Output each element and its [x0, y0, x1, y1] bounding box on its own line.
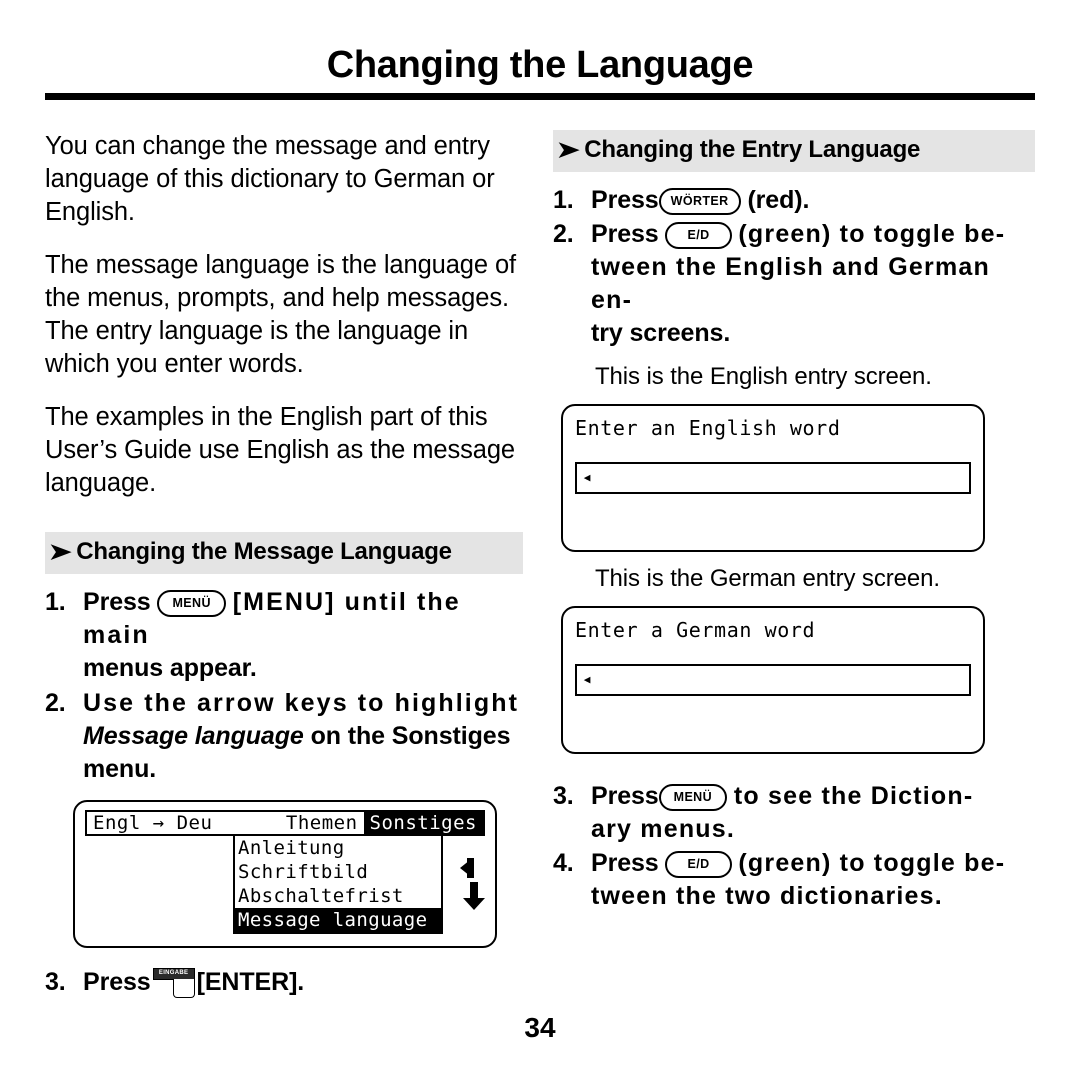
step-text-pre: Press	[591, 782, 659, 811]
lcd-menu-item-schriftbild[interactable]: Schriftbild	[235, 860, 441, 884]
step-item: 1. Press WÖRTER (red).	[553, 184, 1035, 217]
step-text-post-2: menu.	[83, 755, 157, 784]
cursor-icon: ◂	[582, 669, 593, 690]
lcd-prompt-english: Enter an English word	[575, 416, 841, 441]
intro-paragraph-2: The message language is the language of …	[45, 251, 517, 378]
lcd-menu-item-anleitung[interactable]: Anleitung	[235, 836, 441, 860]
keycap-ed[interactable]: E/D	[665, 222, 732, 249]
step-text-post-3: try screens.	[591, 319, 731, 348]
step-item: 4. Press E/D (green) to toggle be- tween…	[553, 847, 1035, 913]
entry-language-steps-top: 1. Press WÖRTER (red). 2. Press E/D (gree…	[553, 184, 1035, 350]
step-text-post-2: tween the two dictionaries.	[591, 882, 943, 911]
keycap-enter[interactable]: EINGABE	[152, 968, 195, 999]
page-number: 34	[524, 1012, 556, 1043]
step-text-post: (green) to toggle be-	[738, 220, 1006, 249]
lcd-input-german[interactable]: ◂	[575, 664, 971, 697]
step-number: 4.	[553, 849, 574, 878]
step-item: 1. Press MENÜ [MENU] until the main menu…	[45, 586, 523, 685]
lcd-menu-item-message-language[interactable]: Message language	[235, 908, 441, 933]
german-screen-caption: This is the German entry screen.	[595, 565, 940, 593]
section-heading-label: Changing the Message Language	[76, 538, 452, 565]
step-number: 3.	[45, 968, 66, 997]
step-number: 2.	[553, 220, 574, 249]
section-arrow-icon: ➤	[556, 137, 580, 162]
section-arrow-icon: ➤	[48, 539, 72, 564]
step-text-italic: Message language	[83, 722, 304, 751]
lcd-screen-english-entry: Enter an English word ◂	[561, 404, 985, 553]
step-text-pre: Press	[83, 968, 151, 997]
step-text-post-2: menus appear.	[83, 654, 257, 683]
step-text-pre: Press	[591, 849, 659, 878]
intro-paragraph-1: You can change the message and entry lan…	[45, 132, 495, 226]
keycap-ed[interactable]: E/D	[665, 851, 732, 878]
title-divider	[45, 93, 1035, 100]
manual-page: Changing the Language You can change the…	[0, 0, 1080, 1080]
keycap-menu[interactable]: MENÜ	[658, 784, 728, 811]
step-item: 3. Press MENÜ to see the Diction- ary men…	[553, 780, 1035, 846]
lcd-prompt-german: Enter a German word	[575, 618, 816, 643]
step-text-pre: Use the arrow keys to highlight	[83, 689, 519, 718]
step-text-post: (red).	[747, 186, 810, 215]
lcd-menubar: Engl → Deu Themen Sonstiges	[85, 810, 485, 837]
lcd-menubar-item-sonstiges[interactable]: Sonstiges	[363, 812, 483, 835]
keycap-menu[interactable]: MENÜ	[157, 590, 226, 617]
lcd-menubar-item-themen[interactable]: Themen	[280, 812, 364, 834]
step-number: 2.	[45, 689, 66, 718]
page-title: Changing the Language	[326, 44, 754, 86]
step-number: 3.	[553, 782, 574, 811]
lcd-dropdown-sonstiges: Anleitung Schriftbild Abschaltefrist Mes…	[233, 836, 443, 935]
up-down-arrows-icon	[457, 854, 487, 916]
section-heading-message-language: ➤ Changing the Message Language	[45, 532, 523, 575]
step-text-pre: Press	[591, 186, 659, 215]
step-number: 1.	[553, 186, 574, 215]
intro-paragraph-3: The examples in the English part of this…	[45, 403, 515, 497]
step-text-post-2: ary menus.	[591, 815, 736, 844]
step-item: 2. Press E/D (green) to toggle be- tween…	[553, 218, 1035, 350]
step-item: 2. Use the arrow keys to highlight Messa…	[45, 687, 523, 786]
lcd-screen-german-entry: Enter a German word ◂	[561, 606, 985, 755]
step-item: 3. Press EINGABE [ENTER].	[45, 966, 523, 999]
left-column: You can change the message and entry lan…	[45, 130, 523, 1000]
lcd-screen-sonstiges-menu: Engl → Deu Themen Sonstiges Anleitung Sc…	[73, 800, 497, 949]
step-text-pre: Press	[591, 220, 659, 249]
step-text-post-2: tween the English and German en-	[591, 253, 990, 315]
english-screen-caption: This is the English entry screen.	[595, 363, 932, 391]
lcd-input-english[interactable]: ◂	[575, 462, 971, 495]
step-text-post: on the Sonstiges	[310, 722, 511, 751]
step-number: 1.	[45, 588, 66, 617]
section-heading-label: Changing the Entry Language	[584, 136, 921, 163]
cursor-icon: ◂	[582, 467, 593, 488]
lcd-menubar-item-engl-deu[interactable]: Engl → Deu	[87, 812, 280, 834]
right-column: ➤ Changing the Entry Language 1. Press WÖR…	[553, 130, 1035, 914]
step-text-post: to see the Diction-	[733, 782, 974, 811]
step-text-pre: Press	[83, 588, 151, 617]
entry-language-steps-bottom: 3. Press MENÜ to see the Diction- ary men…	[553, 780, 1035, 913]
step-text-post: (green) to toggle be-	[738, 849, 1006, 878]
keycap-worter[interactable]: WÖRTER	[658, 188, 741, 215]
message-language-steps: 1. Press MENÜ [MENU] until the main menu…	[45, 586, 523, 786]
step-text-post: [ENTER].	[196, 968, 305, 997]
lcd-menu-item-abschaltefrist[interactable]: Abschaltefrist	[235, 884, 441, 908]
section-heading-entry-language: ➤ Changing the Entry Language	[553, 130, 1035, 173]
keycap-enter-label: EINGABE	[158, 970, 189, 977]
